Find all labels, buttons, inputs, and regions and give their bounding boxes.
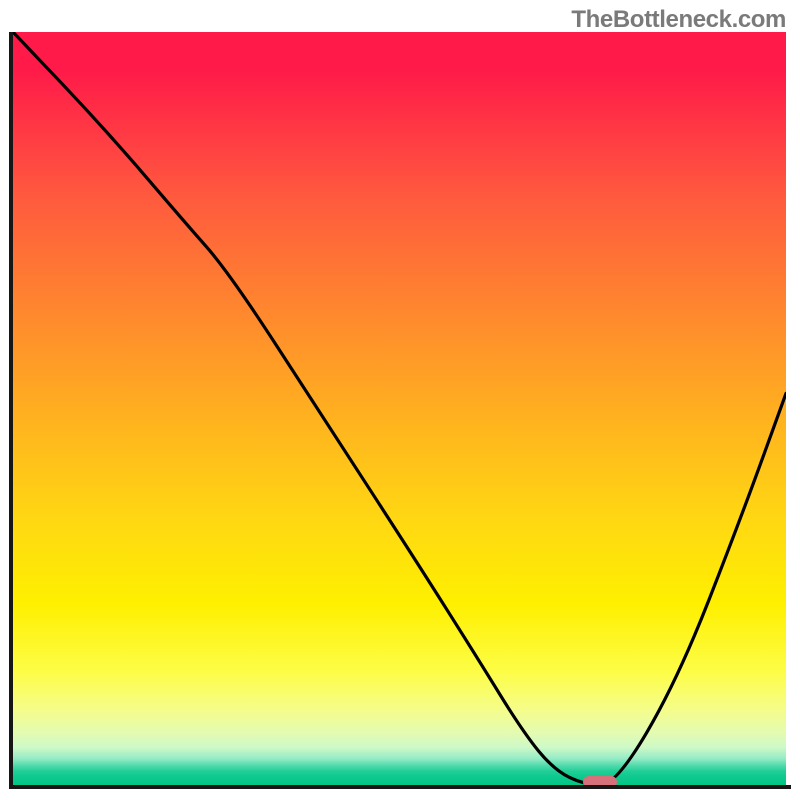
y-axis-line xyxy=(9,32,13,789)
optimal-marker xyxy=(583,776,617,785)
watermark-text: TheBottleneck.com xyxy=(571,6,786,34)
bottleneck-chart: TheBottleneck.com xyxy=(0,0,800,800)
curve-svg xyxy=(13,32,786,785)
x-axis-line xyxy=(9,785,791,789)
plot-area xyxy=(13,32,786,785)
curve-path xyxy=(13,32,786,785)
